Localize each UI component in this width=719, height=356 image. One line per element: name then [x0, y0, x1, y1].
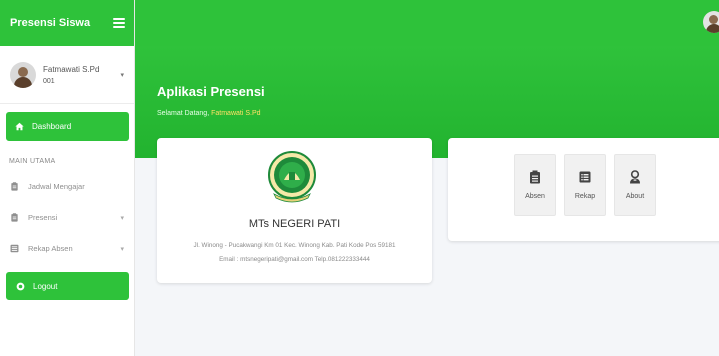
sidebar-item-label: Dashboard	[32, 122, 72, 131]
welcome-prefix: Selamat Datang,	[157, 110, 210, 117]
logout-button[interactable]: Logout	[6, 272, 129, 300]
user-info: Fatmawati S.Pd 001	[43, 65, 120, 85]
chevron-down-icon: ▾	[120, 214, 124, 222]
home-icon	[15, 122, 24, 131]
sidebar-item-label: Presensi	[28, 213, 58, 222]
user-id: 001	[43, 77, 55, 85]
list-icon	[10, 244, 19, 253]
user-name: Fatmawati S.Pd	[43, 64, 100, 74]
school-address: Jl. Winong - Pucakwangi Km 01 Kec. Winon…	[193, 242, 396, 249]
sidebar-item-dashboard[interactable]: Dashboard	[6, 112, 129, 141]
avatar	[10, 61, 36, 88]
app-root: Presensi Siswa Fatmawati S.Pd 001 ▾ Dash…	[0, 0, 719, 356]
tile-label: About	[625, 193, 645, 200]
menu-toggle-icon[interactable]	[113, 18, 125, 28]
chevron-down-icon: ▾	[120, 245, 124, 253]
absen-button[interactable]: Absen	[514, 154, 556, 216]
sidebar-item-rekap-absen[interactable]: Rekap Absen ▾	[0, 233, 134, 264]
clipboard-icon	[11, 213, 18, 222]
school-card: MTs NEGERI PATI Jl. Winong - Pucakwangi …	[157, 138, 432, 283]
user-panel[interactable]: Fatmawati S.Pd 001 ▾	[0, 46, 134, 104]
welcome-text: Selamat Datang, Fatmawati S.Pd	[157, 110, 261, 117]
sidebar-menu: Jadwal Mengajar Presensi ▾ Rekap Absen ▾	[0, 171, 134, 264]
tile-label: Absen	[525, 193, 545, 200]
clipboard-icon	[11, 182, 18, 191]
logout-label: Logout	[33, 281, 58, 291]
school-contact: Email : mtsnegeripati@gmail.com Telp.081…	[219, 256, 370, 263]
brand-bar: Presensi Siswa	[0, 0, 134, 46]
tile-label: Rekap	[574, 193, 596, 200]
sidebar: Presensi Siswa Fatmawati S.Pd 001 ▾ Dash…	[0, 0, 135, 356]
school-logo	[268, 151, 316, 203]
list-icon	[579, 171, 591, 183]
sidebar-item-presensi[interactable]: Presensi ▾	[0, 202, 134, 233]
about-button[interactable]: About	[614, 154, 656, 216]
menu-card: Absen Rekap About	[448, 138, 719, 241]
section-title: MAIN UTAMA	[9, 158, 56, 165]
user-icon	[630, 170, 640, 184]
school-name: MTs NEGERI PATI	[248, 218, 341, 230]
brand-title: Presensi Siswa	[10, 17, 91, 29]
chevron-down-icon[interactable]: ▾	[120, 71, 124, 79]
sidebar-item-label: Rekap Absen	[28, 244, 73, 253]
sidebar-item-label: Jadwal Mengajar	[28, 182, 85, 191]
welcome-name: Fatmawati S.Pd	[211, 110, 261, 117]
power-icon	[16, 282, 25, 290]
clipboard-icon	[530, 170, 540, 184]
top-navbar	[135, 0, 719, 46]
page-title: Aplikasi Presensi	[157, 84, 265, 99]
user-avatar-button[interactable]	[703, 11, 719, 33]
rekap-button[interactable]: Rekap	[564, 154, 606, 216]
sidebar-item-jadwal-mengajar[interactable]: Jadwal Mengajar	[0, 171, 134, 202]
